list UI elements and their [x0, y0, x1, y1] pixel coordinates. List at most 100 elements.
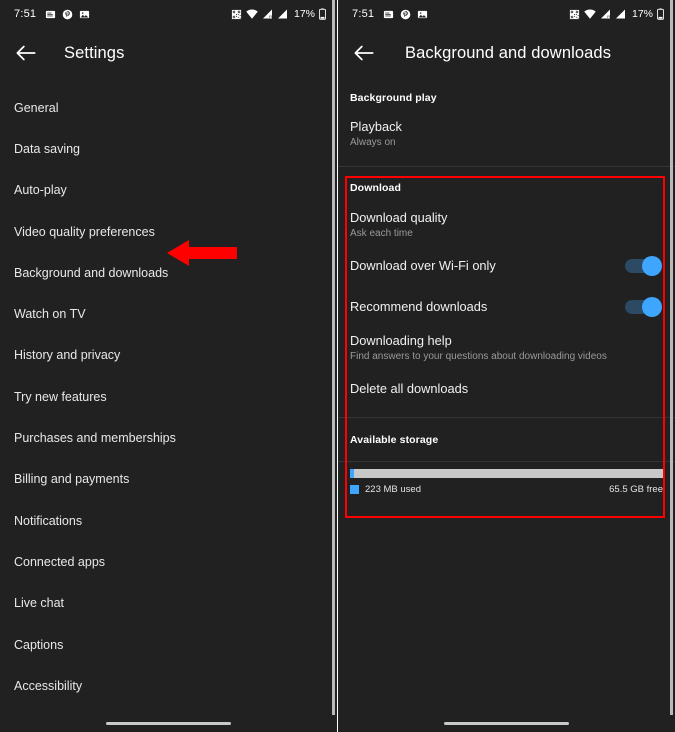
status-bar-notification-icons [45, 9, 90, 20]
gesture-home-pill[interactable] [444, 721, 569, 726]
page-title: Settings [64, 43, 125, 62]
storage-legend: 223 MB used 65.5 GB free [338, 478, 675, 495]
settings-row-label: Auto-play [14, 183, 67, 198]
playback-value: Always on [350, 136, 396, 148]
signal-icon [277, 9, 288, 19]
settings-row-label: Try new features [14, 389, 107, 404]
settings-row-label: Data saving [14, 141, 81, 156]
right-app-bar: Background and downloads [338, 28, 675, 78]
section-label: Available storage [350, 434, 439, 446]
battery-percent: 17% [293, 8, 315, 20]
battery-percent: 17% [631, 8, 653, 20]
settings-row-label: Background and downloads [14, 265, 169, 280]
settings-list: General Data saving Auto-play Video qual… [0, 78, 337, 732]
sidebar-item-watch-on-tv[interactable]: Watch on TV [0, 293, 337, 334]
sidebar-item-purchases-and-memberships[interactable]: Purchases and memberships [0, 417, 337, 458]
screenshot-root: 7:51 R 17% Settings General Data saving … [0, 0, 675, 732]
back-arrow-icon[interactable] [13, 40, 39, 66]
feed-icon [45, 9, 56, 20]
downloading-help-title: Downloading help [350, 332, 452, 348]
sidebar-item-data-saving[interactable]: Data saving [0, 128, 337, 169]
downloading-help-subtitle: Find answers to your questions about dow… [350, 350, 607, 362]
annotation-arrow-icon [167, 238, 237, 268]
background-downloads-content: Background play Playback Always on Downl… [338, 78, 675, 495]
storage-free-label: 65.5 GB free [609, 484, 663, 495]
wifi-icon [584, 9, 596, 19]
image-icon [417, 9, 428, 20]
page-title: Background and downloads [405, 43, 612, 62]
download-over-wifi-toggle[interactable] [625, 255, 662, 276]
sidebar-item-accessibility[interactable]: Accessibility [0, 665, 337, 706]
sidebar-item-try-new-features[interactable]: Try new features [0, 376, 337, 417]
sidebar-item-live-chat[interactable]: Live chat [0, 583, 337, 624]
status-bar-system-icons: R 17% [231, 8, 326, 20]
available-storage-section-header: Available storage [338, 418, 675, 461]
settings-row-label: Notifications [14, 513, 83, 528]
settings-row-label: Live chat [14, 596, 65, 611]
battery-icon [319, 8, 326, 20]
downloading-help-row[interactable]: Downloading help Find answers to your qu… [338, 327, 675, 369]
pinterest-icon [400, 9, 411, 20]
feed-icon [383, 9, 394, 20]
status-bar-notification-icons [383, 9, 428, 20]
back-arrow-icon[interactable] [351, 40, 377, 66]
storage-used-swatch [350, 485, 359, 494]
image-icon [79, 9, 90, 20]
sidebar-item-billing-and-payments[interactable]: Billing and payments [0, 459, 337, 500]
download-quality-row[interactable]: Download quality Ask each time [338, 205, 675, 245]
download-quality-texts: Download quality Ask each time [350, 210, 661, 241]
playback-texts: Playback Always on [350, 119, 661, 150]
left-app-bar: Settings [0, 28, 337, 78]
downloading-help-texts: Downloading help Find answers to your qu… [350, 333, 661, 364]
system-navigation-bar-right [338, 715, 675, 732]
storage-used-label: 223 MB used [365, 484, 421, 495]
sidebar-item-captions[interactable]: Captions [0, 624, 337, 665]
settings-row-label: Connected apps [14, 554, 106, 569]
delete-all-downloads-texts: Delete all downloads [350, 381, 661, 397]
download-over-wifi-row[interactable]: Download over Wi-Fi only [338, 245, 675, 286]
delete-all-downloads-row[interactable]: Delete all downloads [338, 369, 675, 409]
sidebar-item-general[interactable]: General [0, 87, 337, 128]
sidebar-item-notifications[interactable]: Notifications [0, 500, 337, 541]
storage-bar-wrap [338, 462, 675, 478]
page-scrollbar-left[interactable] [332, 0, 335, 732]
pinterest-icon [62, 9, 73, 20]
section-label: Download [350, 182, 401, 194]
status-bar-system-icons: R 17% [569, 8, 664, 20]
download-section-header: Download [338, 167, 675, 205]
settings-row-label: History and privacy [14, 348, 121, 363]
playback-row[interactable]: Playback Always on [338, 116, 675, 152]
signal-icon [615, 9, 626, 19]
settings-row-label: Billing and payments [14, 472, 130, 487]
toggle-knob [642, 255, 662, 276]
settings-row-label: Video quality preferences [14, 224, 155, 239]
signal-r-icon: R [262, 9, 273, 19]
page-scrollbar-right[interactable] [670, 0, 673, 732]
recommend-downloads-toggle[interactable] [625, 296, 662, 317]
recommend-downloads-texts: Recommend downloads [350, 299, 625, 315]
sidebar-item-auto-play[interactable]: Auto-play [0, 170, 337, 211]
recommend-downloads-row[interactable]: Recommend downloads [338, 286, 675, 327]
svg-text:R: R [607, 14, 610, 19]
status-bar-time: 7:51 [14, 8, 37, 20]
download-quality-value: Ask each time [350, 227, 413, 239]
svg-text:R: R [269, 14, 272, 19]
sidebar-item-connected-apps[interactable]: Connected apps [0, 541, 337, 582]
signal-r-icon: R [600, 9, 611, 19]
settings-row-label: General [14, 100, 59, 115]
download-quality-title: Download quality [350, 209, 448, 225]
settings-row-label: Accessibility [14, 678, 83, 693]
settings-row-label: Purchases and memberships [14, 431, 176, 446]
section-label: Background play [350, 92, 437, 104]
right-phone-screen: 7:51 R 17% Background and downloads Back… [338, 0, 675, 732]
download-over-wifi-texts: Download over Wi-Fi only [350, 258, 625, 274]
status-bar-left: 7:51 R 17% [0, 0, 337, 28]
playback-title: Playback [350, 118, 402, 134]
battery-icon [657, 8, 664, 20]
download-over-wifi-label: Download over Wi-Fi only [350, 257, 496, 273]
sidebar-item-history-and-privacy[interactable]: History and privacy [0, 335, 337, 376]
gesture-home-pill[interactable] [106, 721, 231, 726]
delete-all-downloads-label: Delete all downloads [350, 381, 469, 396]
